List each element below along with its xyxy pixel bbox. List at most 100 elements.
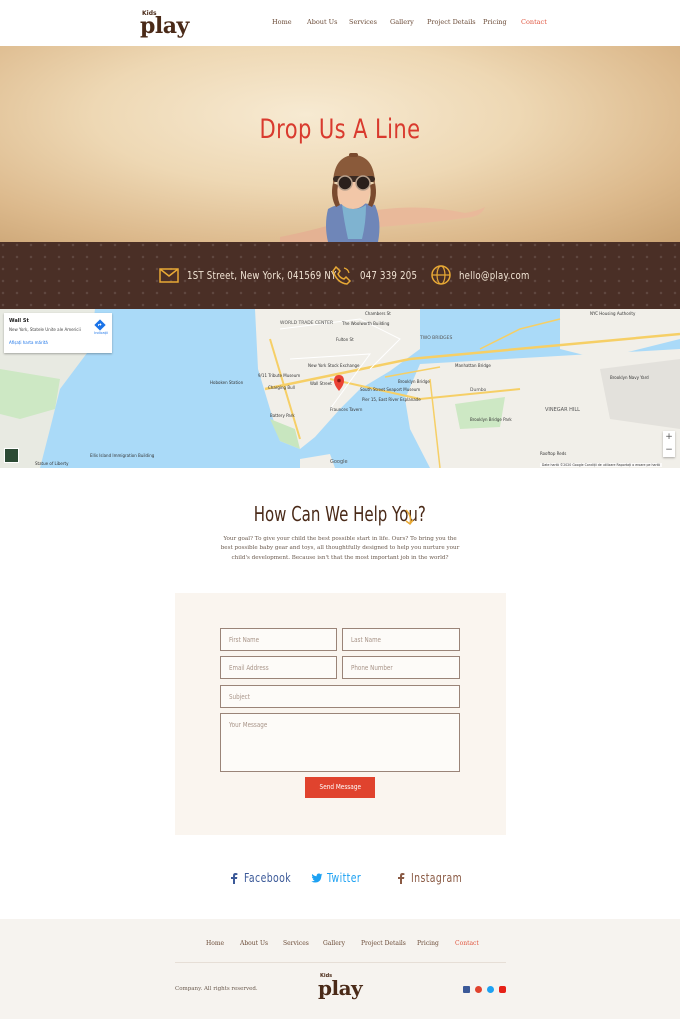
footer-nav-home[interactable]: Home xyxy=(206,940,224,947)
footer-nav-services[interactable]: Services xyxy=(283,940,309,947)
instagram-icon xyxy=(398,873,405,884)
help-description: Your goal? To give your child the best p… xyxy=(220,536,460,561)
message-placeholder: Your Message xyxy=(229,721,268,729)
zoom-in-button[interactable]: + xyxy=(663,431,675,444)
first-name-field[interactable]: First Name xyxy=(220,628,337,651)
footer-nav-gallery[interactable]: Gallery xyxy=(323,940,345,947)
google-wordmark: Google xyxy=(330,459,348,465)
map-label: TWO BRIDGES xyxy=(419,335,453,341)
twitter-icon xyxy=(311,873,323,883)
map-place-address: New York, Statele Unite ale Americii xyxy=(9,327,81,332)
map-label: Hoboken Station xyxy=(210,380,244,385)
first-name-placeholder: First Name xyxy=(229,636,260,644)
map-label: The Woolworth Building xyxy=(341,321,390,326)
contact-info-bar: 1ST Street, New York, 041569 NY 047 339 … xyxy=(0,242,680,309)
map-label: 9/11 Tribute Museum xyxy=(258,373,300,378)
map-zoom-control: + − xyxy=(663,431,675,457)
phone-placeholder: Phone Number xyxy=(351,664,393,672)
message-field[interactable]: Your Message xyxy=(220,713,460,772)
phone-icon xyxy=(332,265,352,285)
social-twitter[interactable]: Twitter xyxy=(311,869,371,887)
help-heading: How Can We Help You? xyxy=(0,502,680,526)
nav-services[interactable]: Services xyxy=(349,18,377,26)
map-label: Statue of Liberty xyxy=(35,461,69,466)
map-larger-link[interactable]: Afișați harta mărită xyxy=(9,340,48,345)
address-text: 1ST Street, New York, 041569 NY xyxy=(187,268,337,282)
nav-about-us[interactable]: About Us xyxy=(307,18,337,26)
map-label: Dumbo xyxy=(470,387,487,393)
nav-contact[interactable]: Contact xyxy=(521,18,547,26)
mail-icon xyxy=(159,268,179,283)
map-label: VINEGAR HILL xyxy=(545,407,580,413)
subject-field[interactable]: Subject xyxy=(220,685,460,708)
copyright-text: Company. All rights reserved. xyxy=(175,986,258,992)
directions-label[interactable]: Indicații xyxy=(94,331,108,335)
map-satellite-toggle[interactable] xyxy=(4,448,19,463)
send-message-button[interactable]: Send Message xyxy=(305,777,375,798)
contact-phone: 047 339 205 xyxy=(331,264,433,286)
facebook-label: Facebook xyxy=(244,871,292,885)
map-label: Chambers St xyxy=(365,311,391,316)
social-facebook[interactable]: Facebook xyxy=(228,869,304,887)
contact-email: hello@play.com xyxy=(430,264,550,286)
child-aviator-image xyxy=(280,153,485,242)
help-title-text: How Can We Help You? xyxy=(253,502,427,526)
footer-pinterest-icon[interactable] xyxy=(475,986,482,993)
footer-brand-name: play xyxy=(318,976,363,1000)
footer-nav-pricing[interactable]: Pricing xyxy=(417,940,439,947)
email-field[interactable]: Email Address xyxy=(220,656,337,679)
map-label: Brooklyn Bridge Park xyxy=(470,417,512,422)
footer-social-icons xyxy=(463,986,511,994)
twitter-label: Twitter xyxy=(327,871,362,885)
map-label: Charging Bull xyxy=(268,385,295,390)
map-label: WORLD TRADE CENTER xyxy=(280,320,333,326)
subject-placeholder: Subject xyxy=(229,693,250,701)
footer-facebook-icon[interactable] xyxy=(463,986,470,993)
map-label: NYC Housing Authority xyxy=(590,311,636,316)
hero-banner: Drop Us A Line xyxy=(0,46,680,242)
globe-icon xyxy=(431,265,451,285)
map-attribution[interactable]: Date hartă ©2020 Google Condiții de util… xyxy=(539,463,662,467)
map-label: South Street Seaport Museum xyxy=(360,387,420,392)
map-label: Fulton St xyxy=(336,337,354,342)
last-name-placeholder: Last Name xyxy=(351,636,381,644)
google-map[interactable]: WORLD TRADE CENTER TWO BRIDGES VINEGAR H… xyxy=(0,309,680,468)
phone-field[interactable]: Phone Number xyxy=(342,656,460,679)
nav-pricing[interactable]: Pricing xyxy=(483,18,507,26)
directions-icon[interactable] xyxy=(94,319,106,331)
map-label: Ellis Island Immigration Building xyxy=(90,453,155,458)
zoom-out-button[interactable]: − xyxy=(663,444,675,457)
map-label: Fraunces Tavern xyxy=(330,407,363,412)
main-menu: Home About Us Services Gallery Project D… xyxy=(0,18,680,30)
curved-arrow-icon xyxy=(405,509,414,526)
footer-divider xyxy=(175,962,506,963)
map-label: Manhattan Bridge xyxy=(455,363,491,368)
map-label: Rooftop Reds xyxy=(540,451,566,456)
phone-text[interactable]: 047 339 205 xyxy=(360,269,417,282)
nav-gallery[interactable]: Gallery xyxy=(390,18,414,26)
map-label: Brooklyn Bridge xyxy=(398,379,430,384)
send-message-label: Send Message xyxy=(319,783,361,791)
facebook-icon xyxy=(231,873,238,884)
footer-twitter-icon[interactable] xyxy=(487,986,494,993)
map-place-title: Wall St xyxy=(9,318,29,324)
email-text[interactable]: hello@play.com xyxy=(459,269,530,282)
instagram-label: Instagram xyxy=(411,871,463,885)
footer-nav-about-us[interactable]: About Us xyxy=(240,940,268,947)
map-label: Battery Park xyxy=(270,413,295,418)
footer-nav-project-details[interactable]: Project Details xyxy=(361,940,406,947)
site-footer: Home About Us Services Gallery Project D… xyxy=(0,919,680,1019)
map-label: Pier 15, East River Esplanade xyxy=(362,397,421,402)
footer-youtube-icon[interactable] xyxy=(499,986,506,993)
social-instagram[interactable]: Instagram xyxy=(395,869,477,887)
top-navigation: Kids play Home About Us Services Gallery… xyxy=(0,0,680,46)
email-placeholder: Email Address xyxy=(229,664,269,672)
nav-project-details[interactable]: Project Details xyxy=(427,18,476,26)
map-place-card: Wall St New York, Statele Unite ale Amer… xyxy=(4,313,112,353)
nav-home[interactable]: Home xyxy=(272,18,292,26)
last-name-field[interactable]: Last Name xyxy=(342,628,460,651)
footer-nav-contact[interactable]: Contact xyxy=(455,940,479,947)
map-label: Brooklyn Navy Yard xyxy=(610,375,649,380)
map-label: New York Stock Exchange xyxy=(308,363,360,368)
map-label: Wall Street xyxy=(310,381,332,386)
